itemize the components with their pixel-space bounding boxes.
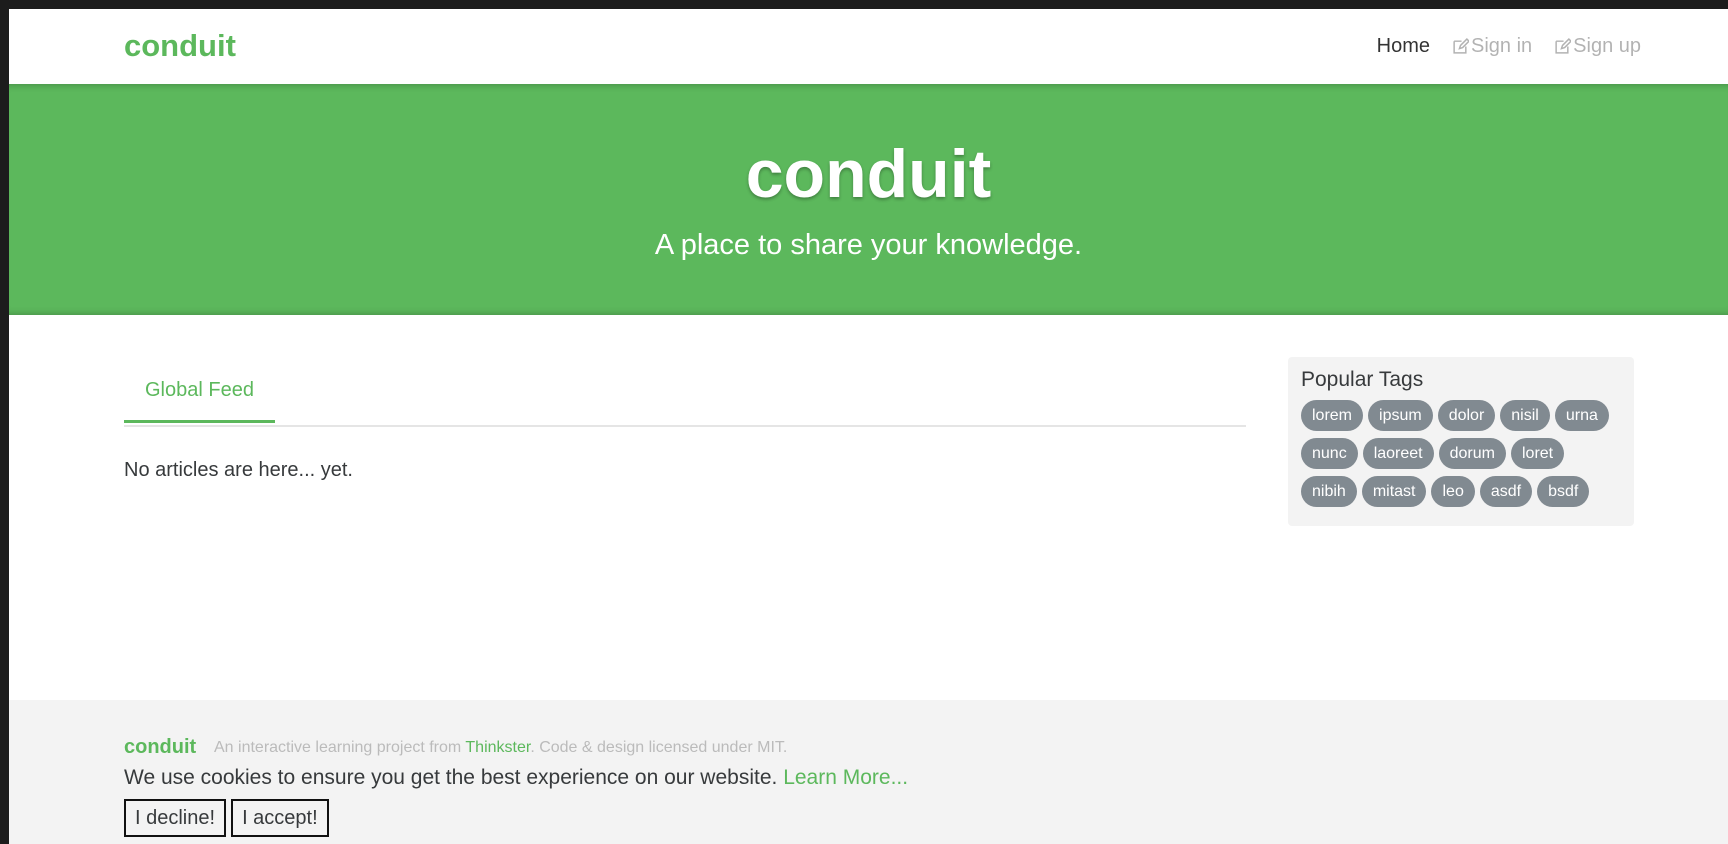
tag-pill[interactable]: nisil [1500,400,1550,431]
edit-icon [1555,38,1572,54]
tag-pill[interactable]: urna [1554,400,1609,431]
learn-more-link[interactable]: Learn More... [783,766,908,789]
nav-home-label: Home [1376,35,1430,57]
cookie-notice-text: We use cookies to ensure you get the bes… [124,766,908,790]
footer-attribution-prefix: An interactive learning project from [214,739,466,756]
tag-pill[interactable]: leo [1431,476,1475,507]
top-navbar: conduit Home Sign in Sign up [9,9,1728,84]
decline-cookies-button[interactable]: I decline! [124,799,227,837]
empty-articles-message: No articles are here... yet. [124,459,353,481]
banner-subtitle: A place to share your knowledge. [654,229,1083,261]
tag-pill[interactable]: ipsum [1368,400,1433,431]
tag-pill[interactable]: bsdf [1537,476,1590,507]
tag-pill[interactable]: asdf [1479,476,1533,507]
thinkster-link[interactable]: Thinkster [465,739,530,756]
tag-pill[interactable]: lorem [1301,400,1364,431]
nav-sign-up-link[interactable]: Sign up [1554,35,1641,58]
edit-icon [1453,38,1469,54]
tab-global-feed[interactable]: Global Feed [124,361,275,423]
nav-sign-in-label: Sign in [1471,35,1533,57]
sidebar-title: Popular Tags [1301,368,1424,391]
tag-pill[interactable]: mitast [1361,476,1427,507]
tag-list: lorem ipsum dolor nisil urna nunc laoree… [1301,400,1621,507]
tag-pill[interactable]: laoreet [1362,438,1434,469]
nav-links: Home Sign in Sign up [1377,35,1641,58]
footer-brand-link[interactable]: conduit [124,736,196,759]
tag-pill[interactable]: loret [1510,438,1565,469]
accept-cookies-button[interactable]: I accept! [231,799,329,837]
footer-attribution-suffix: . Code & design licensed under MIT. [530,739,788,756]
nav-sign-in-link[interactable]: Sign in [1452,35,1532,58]
popular-tags-sidebar: Popular Tags lorem ipsum dolor nisil urn… [1288,357,1634,526]
brand-logo-link[interactable]: conduit [124,28,236,64]
feed-toggle: Global Feed [124,361,1246,427]
hero-banner: conduit A place to share your knowledge. [9,84,1728,315]
footer-attribution: An interactive learning project from Thi… [214,739,787,757]
cookie-message: We use cookies to ensure you get the bes… [124,766,784,789]
tag-pill[interactable]: nibih [1301,476,1357,507]
tag-pill[interactable]: dolor [1437,400,1496,431]
nav-sign-up-label: Sign up [1573,35,1641,57]
cookie-buttons: I decline! I accept! [124,799,329,837]
tag-pill[interactable]: nunc [1301,438,1358,469]
page: conduit Home Sign in Sign up conduit A p… [9,9,1728,844]
tag-pill[interactable]: dorum [1438,438,1506,469]
banner-title: conduit [745,136,992,212]
footer: conduit An interactive learning project … [9,700,1728,844]
nav-home-link[interactable]: Home [1377,35,1430,58]
